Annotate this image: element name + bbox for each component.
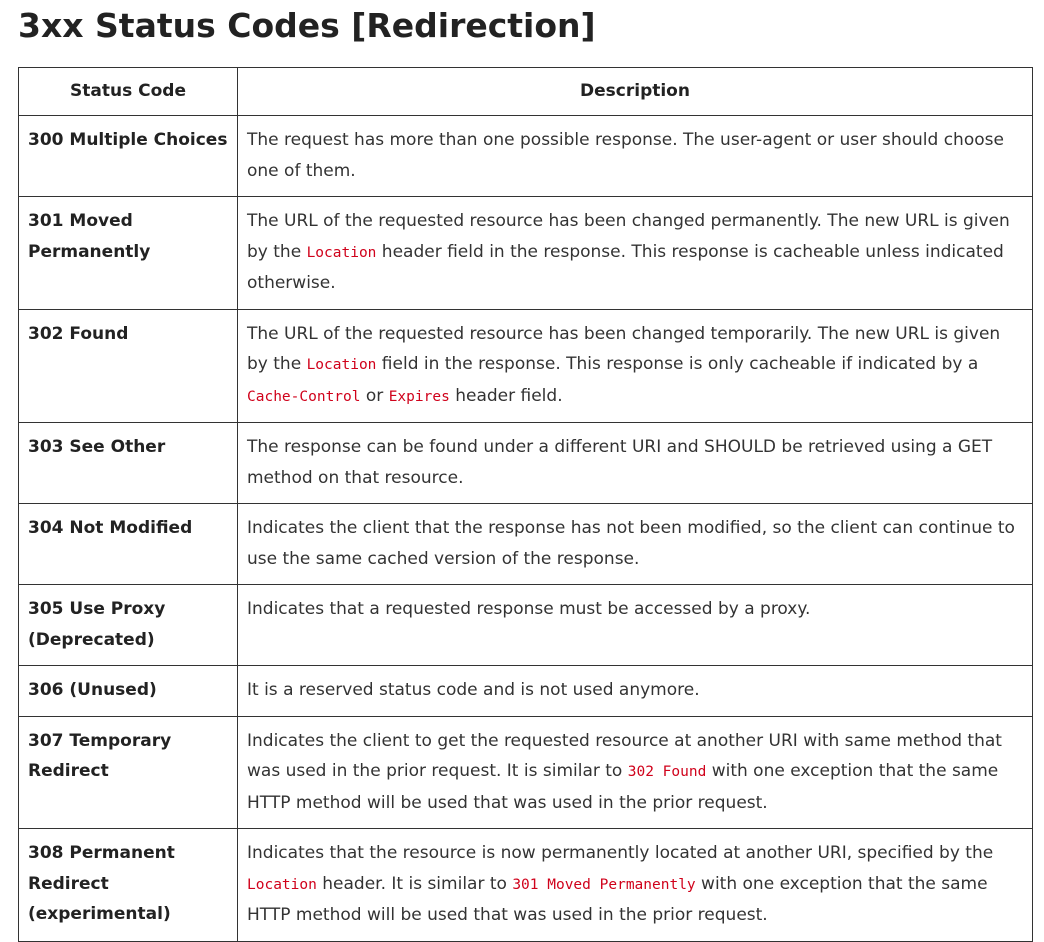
table-row: 304 Not Modified Indicates the client tha…: [18, 503, 1033, 585]
inline-code: Location: [247, 876, 317, 893]
description-text: header. It is similar to: [316, 873, 513, 894]
inline-code: Location: [306, 357, 377, 373]
table-body: 300 Multiple Choices The request has more…: [18, 115, 1033, 942]
table-row: 305 Use Proxy (Deprecated) Indicates that…: [18, 584, 1033, 666]
status-codes-table: Status Code Description 300 Multiple Cho…: [18, 67, 1033, 942]
description-cell: The URL of the requested resource has be…: [237, 196, 1033, 310]
status-code-cell: 308 Permanent Redirect (experimental): [18, 828, 238, 942]
description-text: The response can be found under a differ…: [247, 437, 993, 488]
description-cell: Indicates that the resource is now perma…: [237, 828, 1033, 942]
table-row: 306 (Unused) It is a reserved status code…: [18, 665, 1033, 717]
table-row: 300 Multiple Choices The request has more…: [18, 115, 1033, 197]
inline-code: Location: [306, 244, 377, 261]
status-code-cell: 303 See Other: [18, 422, 238, 504]
column-header-status-code: Status Code: [18, 67, 238, 116]
description-text: The request has more than one possible r…: [247, 130, 1004, 181]
table-row: 307 Temporary Redirect Indicates the clie…: [18, 715, 1033, 829]
description-cell: The request has more than one possible r…: [237, 115, 1033, 197]
description-text: field in the response. This response is …: [376, 354, 979, 374]
status-code-cell: 304 Not Modified: [18, 503, 238, 585]
inline-code: 301 Moved Permanently: [512, 876, 696, 893]
description-text: Indicates that the resource is now perma…: [247, 843, 994, 863]
description-text: header field.: [449, 385, 563, 406]
inline-code: Cache-Control: [247, 388, 361, 405]
inline-code: 302 Found: [627, 764, 707, 780]
description-cell: The response can be found under a differ…: [237, 422, 1033, 504]
description-text: Indicates that a requested response must…: [247, 599, 811, 619]
status-code-cell: 302 Found: [18, 308, 238, 423]
table-header-row: Status Code Description: [18, 67, 1033, 116]
status-code-cell: 306 (Unused): [18, 665, 238, 717]
status-code-cell: 300 Multiple Choices: [18, 115, 238, 197]
table-row: 301 Moved Permanently The URL of the requ…: [18, 196, 1033, 310]
description-text: It is a reserved status code and is not …: [247, 680, 700, 700]
description-text: or: [360, 385, 389, 406]
description-cell: Indicates the client to get the requeste…: [237, 715, 1033, 829]
table-row: 302 Found The URL of the requested resour…: [18, 308, 1033, 423]
description-cell: Indicates that a requested response must…: [237, 584, 1033, 666]
status-code-cell: 301 Moved Permanently: [18, 196, 238, 310]
description-cell: The URL of the requested resource has be…: [237, 308, 1033, 423]
status-code-cell: 305 Use Proxy (Deprecated): [18, 584, 238, 666]
page-title: 3xx Status Codes [Redirection]: [18, 6, 596, 45]
description-text: Indicates the client that the response h…: [247, 518, 1015, 569]
description-cell: It is a reserved status code and is not …: [237, 665, 1033, 717]
table-row: 308 Permanent Redirect (experimental) Ind…: [18, 828, 1033, 942]
column-header-description: Description: [237, 67, 1033, 116]
inline-code: Expires: [388, 388, 450, 405]
description-cell: Indicates the client that the response h…: [237, 503, 1033, 585]
status-code-cell: 307 Temporary Redirect: [18, 715, 238, 829]
table-row: 303 See Other The response can be found u…: [18, 422, 1033, 504]
